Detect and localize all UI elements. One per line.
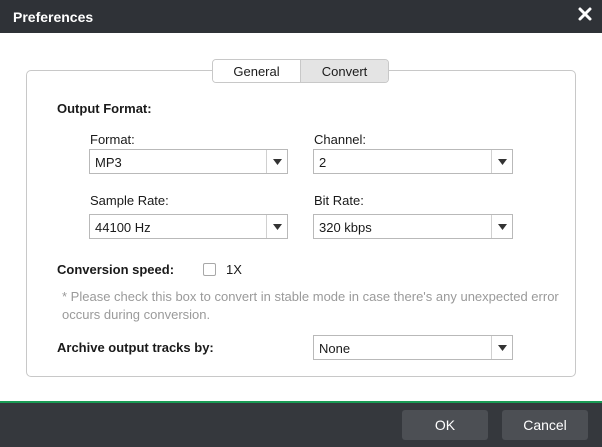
chevron-down-icon — [491, 215, 512, 238]
tab-convert[interactable]: Convert — [300, 60, 388, 82]
format-select[interactable]: MP3 — [89, 149, 288, 174]
sample-rate-select[interactable]: 44100 Hz — [89, 214, 288, 239]
channel-select[interactable]: 2 — [313, 149, 513, 174]
bit-rate-select[interactable]: 320 kbps — [313, 214, 513, 239]
bit-rate-value: 320 kbps — [319, 220, 372, 235]
dialog-footer: OK Cancel — [0, 401, 602, 447]
conversion-speed-option: 1X — [226, 262, 242, 277]
archive-select[interactable]: None — [313, 335, 513, 360]
close-icon — [578, 7, 592, 21]
conversion-speed-label: Conversion speed: — [57, 262, 175, 277]
format-label: Format: — [90, 132, 135, 147]
tab-general[interactable]: General — [213, 60, 300, 82]
output-format-heading: Output Format: — [57, 101, 152, 116]
close-button[interactable] — [576, 5, 594, 23]
ok-button[interactable]: OK — [402, 410, 488, 440]
title-bar: Preferences — [0, 0, 602, 33]
channel-value: 2 — [319, 155, 327, 170]
cancel-button[interactable]: Cancel — [502, 410, 588, 440]
chevron-down-icon — [491, 336, 512, 359]
chevron-down-icon — [491, 150, 512, 173]
format-value: MP3 — [95, 155, 122, 170]
sample-rate-label: Sample Rate: — [90, 193, 169, 208]
archive-label: Archive output tracks by: — [57, 340, 214, 355]
window-title: Preferences — [13, 9, 94, 25]
chevron-down-icon — [266, 150, 287, 173]
archive-value: None — [319, 341, 351, 356]
conversion-speed-note: * Please check this box to convert in st… — [62, 289, 559, 322]
bit-rate-label: Bit Rate: — [314, 193, 364, 208]
channel-label: Channel: — [314, 132, 367, 147]
chevron-down-icon — [266, 215, 287, 238]
sample-rate-value: 44100 Hz — [95, 220, 151, 235]
conversion-speed-checkbox[interactable] — [203, 263, 216, 276]
tab-bar: General Convert — [212, 59, 389, 83]
